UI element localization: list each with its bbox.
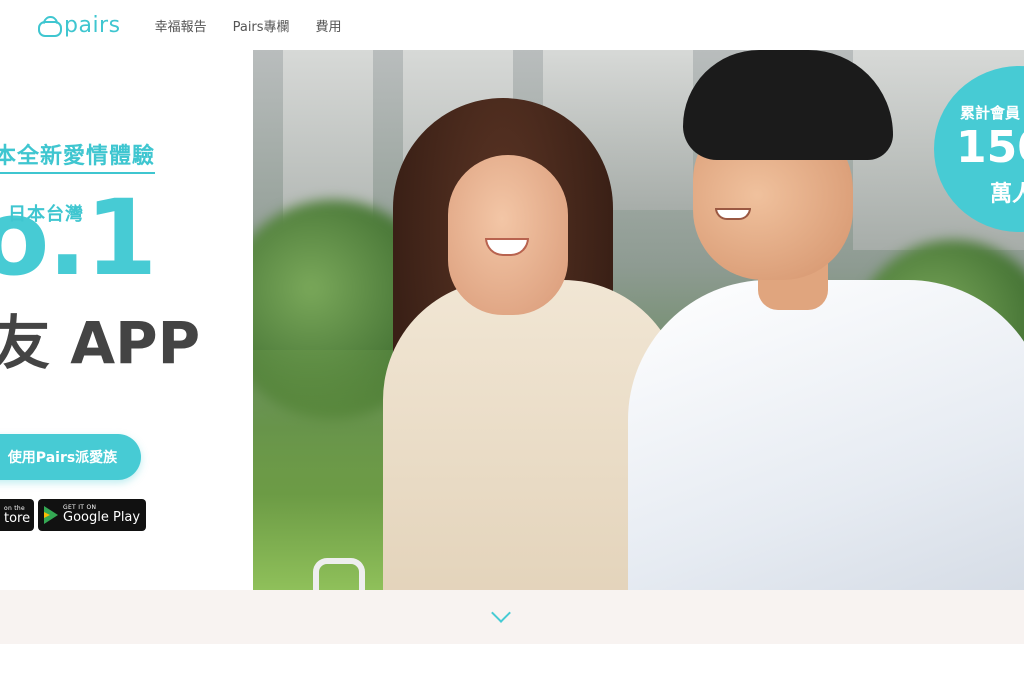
google-play-button[interactable]: GET IT ON Google Play — [38, 499, 146, 531]
nav-happiness-report[interactable]: 幸福報告 — [155, 16, 207, 35]
hero-subtag: 日本台灣 — [8, 204, 84, 225]
hero-couple-photo — [253, 50, 1024, 590]
man-body — [628, 280, 1024, 590]
play-store-icon — [44, 506, 58, 524]
logo-text: pairs — [64, 12, 121, 38]
app-store-button[interactable]: on the tore — [0, 499, 34, 531]
hero-tagline: 本全新愛情體驗 — [0, 138, 156, 174]
chevron-down-icon[interactable] — [491, 603, 511, 623]
nav-pricing[interactable]: 費用 — [316, 16, 342, 35]
hero-left-panel: 本全新愛情體驗 o.1 日本台灣 友 APP 使用Pairs派愛族 on the… — [0, 50, 253, 590]
app-store-big-text: tore — [4, 511, 31, 526]
top-header: pairs 幸福報告 Pairs專欄 費用 — [0, 0, 1024, 50]
cloud-logo-icon — [38, 16, 62, 37]
start-pairs-button[interactable]: 使用Pairs派愛族 — [0, 434, 141, 480]
pairs-logo[interactable]: pairs — [38, 13, 121, 38]
nav-pairs-column[interactable]: Pairs專欄 — [233, 16, 290, 35]
landing-page: pairs 幸福報告 Pairs專欄 費用 本全新愛情體驗 o.1 日本台灣 友… — [0, 0, 1024, 681]
hero-app-line: 友 APP — [0, 309, 201, 377]
badge-number: 150 — [956, 122, 1024, 173]
scroll-down-strip — [0, 590, 1024, 644]
google-play-big-text: Google Play — [63, 510, 141, 526]
main-nav: 幸福報告 Pairs專欄 費用 — [155, 16, 342, 35]
badge-unit: 萬人 — [990, 182, 1024, 207]
woman-face — [448, 155, 568, 315]
badge-label: 累計會員 — [960, 104, 1021, 122]
